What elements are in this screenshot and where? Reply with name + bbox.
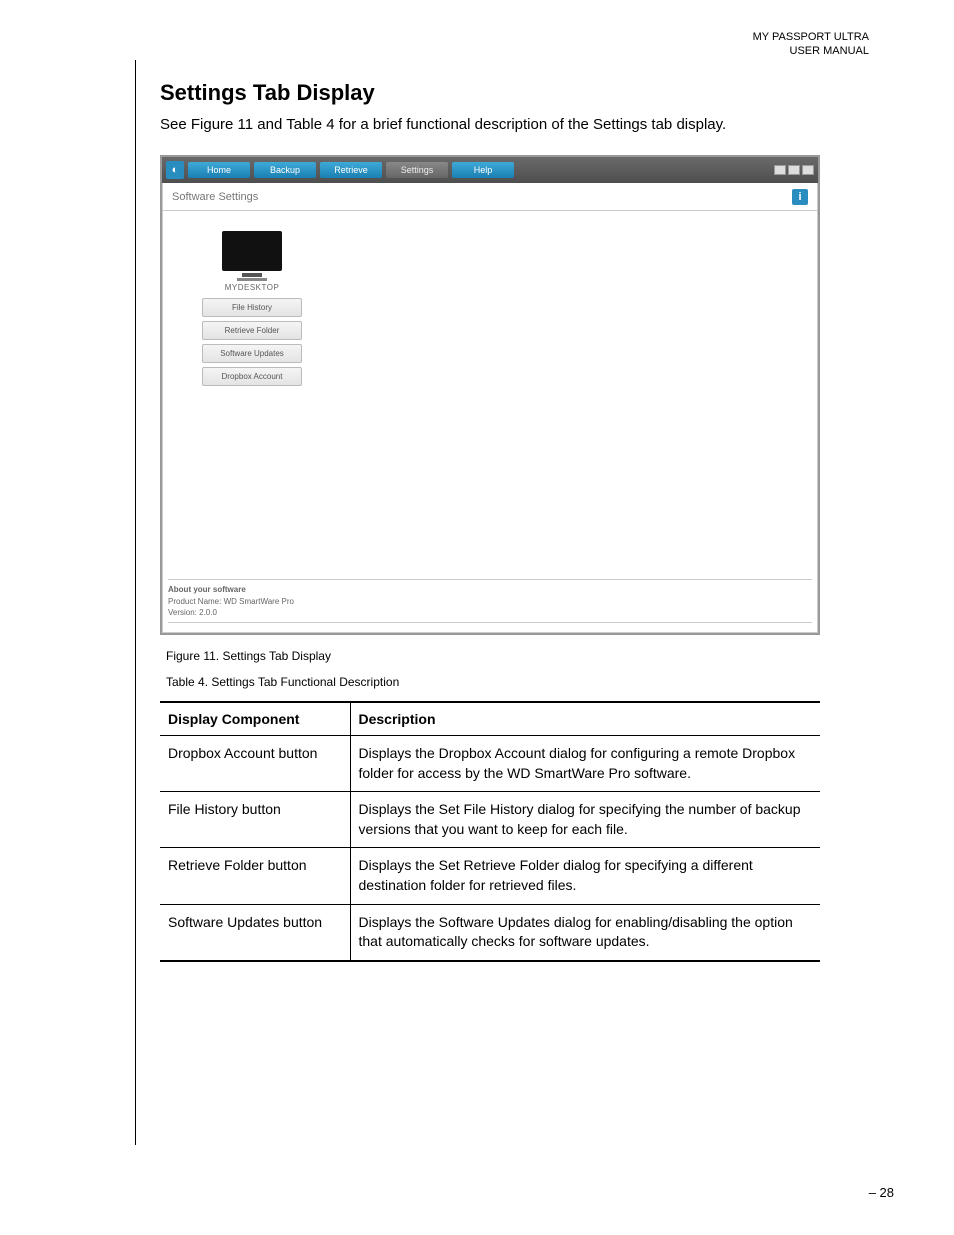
header-line2: USER MANUAL (790, 45, 869, 57)
header-line1: MY PASSPORT ULTRA (753, 31, 869, 43)
table-cell-component: File History button (160, 792, 350, 848)
about-software-box: About your software Product Name: WD Sma… (168, 579, 812, 623)
table-cell-description: Displays the Set Retrieve Folder dialog … (350, 848, 820, 904)
maximize-icon[interactable] (788, 165, 800, 175)
tab-home[interactable]: Home (188, 162, 250, 178)
about-product: Product Name: WD SmartWare Pro (168, 596, 812, 607)
functional-description-table: Display Component Description Dropbox Ac… (160, 701, 820, 962)
page-number: – 28 (869, 1185, 894, 1200)
window-controls (774, 165, 814, 175)
table-row: File History button Displays the Set Fil… (160, 792, 820, 848)
retrieve-folder-button[interactable]: Retrieve Folder (202, 321, 302, 340)
figure-caption: Figure 11. Settings Tab Display (166, 649, 869, 663)
tab-backup[interactable]: Backup (254, 162, 316, 178)
app-sub-header: Software Settings i (162, 183, 818, 211)
table-cell-component: Software Updates button (160, 904, 350, 961)
app-top-bar: ◐ Home Backup Retrieve Settings Help (162, 157, 818, 183)
app-body: MYDESKTOP File History Retrieve Folder S… (162, 211, 818, 633)
file-history-button[interactable]: File History (202, 298, 302, 317)
table-cell-component: Retrieve Folder button (160, 848, 350, 904)
table-cell-description: Displays the Dropbox Account dialog for … (350, 736, 820, 792)
info-icon[interactable]: i (792, 189, 808, 205)
about-version: Version: 2.0.0 (168, 607, 812, 618)
device-name: MYDESKTOP (192, 283, 312, 292)
table-caption: Table 4. Settings Tab Functional Descrip… (166, 675, 869, 689)
minimize-icon[interactable] (774, 165, 786, 175)
intro-paragraph: See Figure 11 and Table 4 for a brief fu… (160, 114, 869, 135)
table-header-component: Display Component (160, 702, 350, 736)
table-header-description: Description (350, 702, 820, 736)
wd-logo-icon: ◐ (166, 161, 184, 179)
table-row: Dropbox Account button Displays the Drop… (160, 736, 820, 792)
tab-retrieve[interactable]: Retrieve (320, 162, 382, 178)
table-cell-component: Dropbox Account button (160, 736, 350, 792)
software-updates-button[interactable]: Software Updates (202, 344, 302, 363)
vertical-rule (135, 60, 136, 1145)
section-title: Settings Tab Display (160, 80, 869, 106)
device-area: MYDESKTOP File History Retrieve Folder S… (192, 231, 312, 386)
dropbox-account-button[interactable]: Dropbox Account (202, 367, 302, 386)
tab-help[interactable]: Help (452, 162, 514, 178)
table-cell-description: Displays the Set File History dialog for… (350, 792, 820, 848)
table-cell-description: Displays the Software Updates dialog for… (350, 904, 820, 961)
about-title: About your software (168, 584, 812, 595)
page-header: MY PASSPORT ULTRA USER MANUAL (753, 30, 869, 59)
table-row: Software Updates button Displays the Sof… (160, 904, 820, 961)
table-row: Retrieve Folder button Displays the Set … (160, 848, 820, 904)
monitor-icon (222, 231, 282, 271)
settings-tab-screenshot: ◐ Home Backup Retrieve Settings Help Sof… (160, 155, 820, 635)
close-icon[interactable] (802, 165, 814, 175)
tab-settings[interactable]: Settings (386, 162, 448, 178)
sub-header-title: Software Settings (172, 191, 258, 203)
